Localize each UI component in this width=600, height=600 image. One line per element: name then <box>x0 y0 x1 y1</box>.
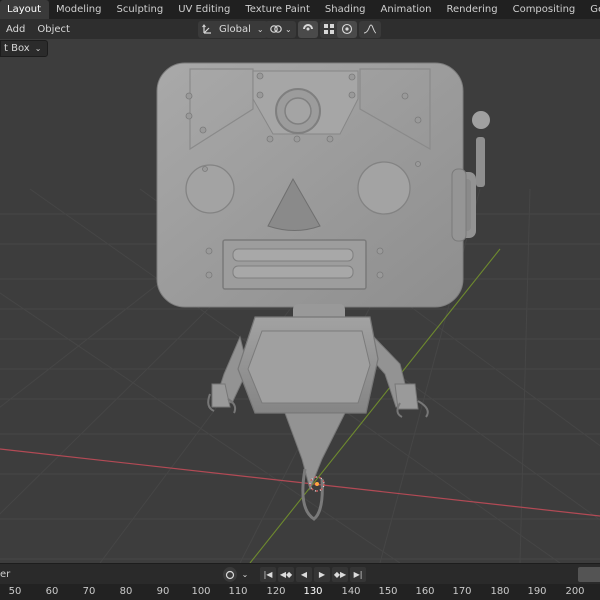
proportional-editing-toggle[interactable] <box>337 20 357 38</box>
robot-body <box>237 316 379 414</box>
viewport-header: Add Object Global ⌄ ⌄ <box>0 19 600 39</box>
magnet-icon <box>302 24 313 31</box>
tab-modeling[interactable]: Modeling <box>49 0 110 19</box>
play-reverse-icon: ◀ <box>300 570 308 579</box>
3d-viewport[interactable] <box>0 39 600 563</box>
tool-mode-dropdown[interactable]: t Box ⌄ <box>0 40 49 57</box>
robot-leg <box>284 412 346 521</box>
falloff-dropdown[interactable] <box>359 20 381 38</box>
chevron-down-icon: ⌄ <box>285 24 292 34</box>
tab-shading[interactable]: Shading <box>318 0 374 19</box>
snap-toggle[interactable] <box>297 20 318 38</box>
ruler-tick: 70 <box>82 586 96 597</box>
ruler-tick-current: 130 <box>303 586 323 597</box>
frame-ruler[interactable]: 50 60 70 80 90 100 110 120 130 140 150 1… <box>0 584 600 600</box>
x-axis-line <box>0 448 600 517</box>
ruler-tick: 80 <box>119 586 133 597</box>
ruler-tick: 60 <box>45 586 59 597</box>
tab-geometry-nodes[interactable]: Geometry Nodes <box>583 0 600 19</box>
ruler-tick: 200 <box>565 586 585 597</box>
ruler-tick: 90 <box>156 586 170 597</box>
jump-end-icon: ▶| <box>353 570 363 579</box>
ruler-tick: 50 <box>8 586 22 597</box>
timeline-menu-label[interactable]: er <box>0 569 10 580</box>
tab-rendering[interactable]: Rendering <box>440 0 506 19</box>
ruler-tick: 160 <box>415 586 435 597</box>
play-icon: ▶ <box>318 570 326 579</box>
pivot-point-dropdown[interactable]: ⌄ <box>265 20 296 38</box>
robot-right-arm <box>367 333 429 418</box>
pivot-snap-group: ⌄ ⌄ <box>265 20 348 38</box>
playback-controls: |◀ ◀◆ ◀ ▶ ◆▶ ▶| <box>260 567 366 582</box>
ruler-tick: 190 <box>527 586 547 597</box>
ruler-tick: 150 <box>378 586 398 597</box>
falloff-curve-icon <box>363 24 377 34</box>
transform-axes-icon <box>202 24 211 34</box>
timeline-header: er ⌄ |◀ ◀◆ ◀ ▶ ◆▶ ▶| <box>0 563 600 584</box>
grid-icon <box>323 24 334 34</box>
ruler-tick: 110 <box>228 586 248 597</box>
tab-sculpting[interactable]: Sculpting <box>110 0 172 19</box>
tab-compositing[interactable]: Compositing <box>506 0 584 19</box>
robot-model[interactable] <box>156 62 490 521</box>
robot-mouth <box>222 239 367 290</box>
tab-texture-paint[interactable]: Texture Paint <box>238 0 318 19</box>
auto-keying-toggle[interactable] <box>223 567 237 582</box>
ruler-tick: 180 <box>490 586 510 597</box>
record-icon <box>225 570 235 579</box>
prev-keyframe-icon: ◀◆ <box>279 570 293 579</box>
robot-right-eye <box>357 161 411 215</box>
chevron-down-icon: ⌄ <box>34 44 42 53</box>
chevron-down-icon[interactable]: ⌄ <box>240 567 250 582</box>
jump-end-button[interactable]: ▶| <box>350 567 366 582</box>
link-icon <box>270 25 282 33</box>
tab-layout[interactable]: Layout <box>0 0 49 19</box>
robot-head <box>156 62 467 308</box>
transform-orientation-dropdown[interactable]: Global ⌄ <box>198 20 268 38</box>
tab-animation[interactable]: Animation <box>374 0 440 19</box>
chevron-down-icon: ⌄ <box>256 24 264 34</box>
ruler-tick: 100 <box>191 586 211 597</box>
ruler-tick: 120 <box>266 586 286 597</box>
proportional-group <box>337 20 381 38</box>
orientation-label: Global <box>219 23 251 35</box>
workspace-tab-bar: Layout Modeling Sculpting UV Editing Tex… <box>0 0 600 19</box>
current-frame-field[interactable] <box>578 567 600 582</box>
tab-uv-editing[interactable]: UV Editing <box>171 0 238 19</box>
jump-start-icon: |◀ <box>263 570 273 579</box>
proportional-editing-icon <box>341 23 353 35</box>
ruler-tick: 140 <box>341 586 361 597</box>
jump-start-button[interactable]: |◀ <box>260 567 276 582</box>
play-button[interactable]: ▶ <box>314 567 330 582</box>
viewport-scene <box>0 62 600 563</box>
transform-orientation-group: Global ⌄ <box>198 20 268 38</box>
jump-keyframe-back-button[interactable]: ◀◆ <box>278 567 294 582</box>
play-reverse-button[interactable]: ◀ <box>296 567 312 582</box>
add-menu[interactable]: Add <box>0 24 31 35</box>
tool-mode-label: t Box <box>4 43 30 54</box>
jump-keyframe-forward-button[interactable]: ◆▶ <box>332 567 348 582</box>
ruler-tick: 170 <box>452 586 472 597</box>
keying-group: ⌄ <box>223 567 250 582</box>
robot-left-eye <box>185 164 235 214</box>
object-menu[interactable]: Object <box>31 24 76 35</box>
next-keyframe-icon: ◆▶ <box>333 570 347 579</box>
blender-window: Layout Modeling Sculpting UV Editing Tex… <box>0 0 600 600</box>
